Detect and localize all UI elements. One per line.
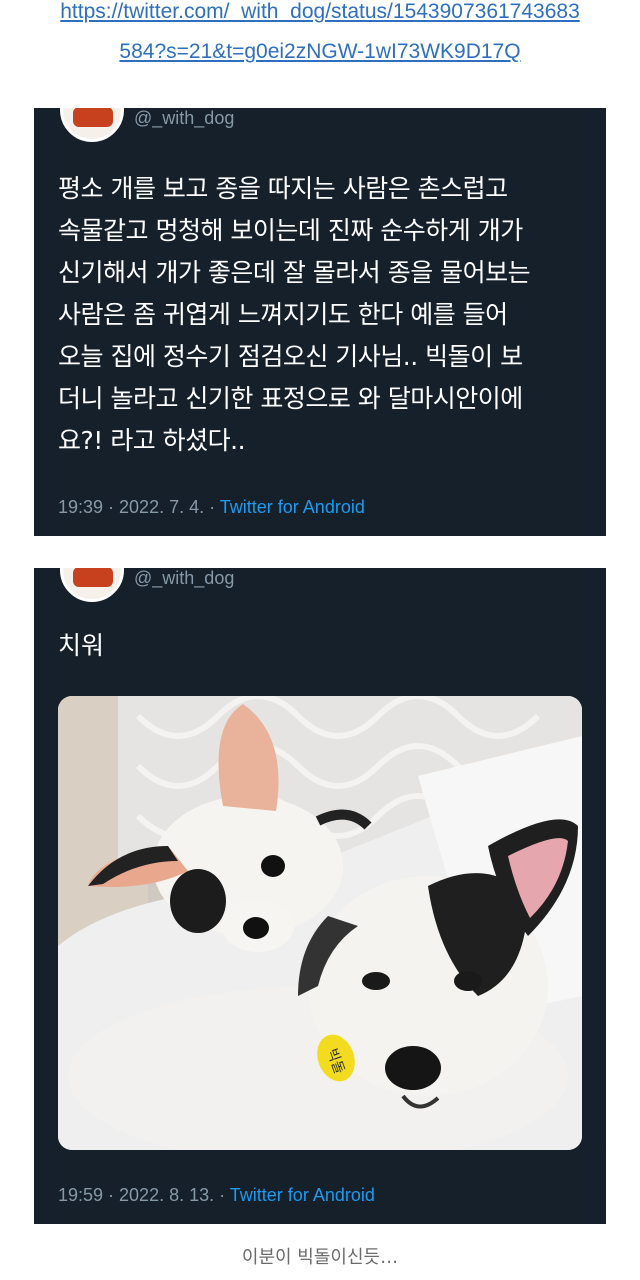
tweet-meta: 19:39 · 2022. 7. 4. · Twitter for Androi…: [58, 497, 365, 518]
avatar-logo-icon: [73, 568, 113, 587]
tweet-timestamp: 19:39 · 2022. 7. 4. ·: [58, 497, 220, 517]
tweet-card-1: @_with_dog 평소 개를 보고 종을 따지는 사람은 촌스럽고 속물같고…: [34, 108, 606, 536]
tweet-source-link[interactable]: Twitter for Android: [220, 497, 365, 517]
tweet-card-2: @_with_dog 치워 빅돌 19:59 · 2022. 8. 13. · …: [34, 568, 606, 1224]
tweet-source-link[interactable]: Twitter for Android: [230, 1185, 375, 1205]
tweet-text: 치워: [58, 631, 105, 660]
tweet-meta: 19:59 · 2022. 8. 13. · Twitter for Andro…: [58, 1185, 375, 1206]
tweet-timestamp: 19:59 · 2022. 8. 13. ·: [58, 1185, 230, 1205]
image-caption: 이분이 빅돌이신듯…: [241, 1247, 399, 1268]
user-handle[interactable]: @_with_dog: [134, 568, 234, 589]
avatar[interactable]: [60, 108, 124, 142]
avatar[interactable]: [60, 568, 124, 602]
tweet-url-line-2[interactable]: 584?s=21&t=g0ei2zNGW-1wI73WK9D17Q: [0, 40, 640, 64]
tweet-text: 평소 개를 보고 종을 따지는 사람은 촌스럽고 속물같고 멍청해 보이는데 진…: [58, 174, 531, 455]
tweet-photo[interactable]: 빅돌: [58, 696, 582, 1150]
tweet-url-line-1[interactable]: https://twitter.com/_with_dog/status/154…: [0, 0, 640, 24]
dog-photo-image: 빅돌: [58, 696, 582, 1150]
avatar-logo-icon: [73, 108, 113, 127]
user-handle[interactable]: @_with_dog: [134, 108, 234, 129]
